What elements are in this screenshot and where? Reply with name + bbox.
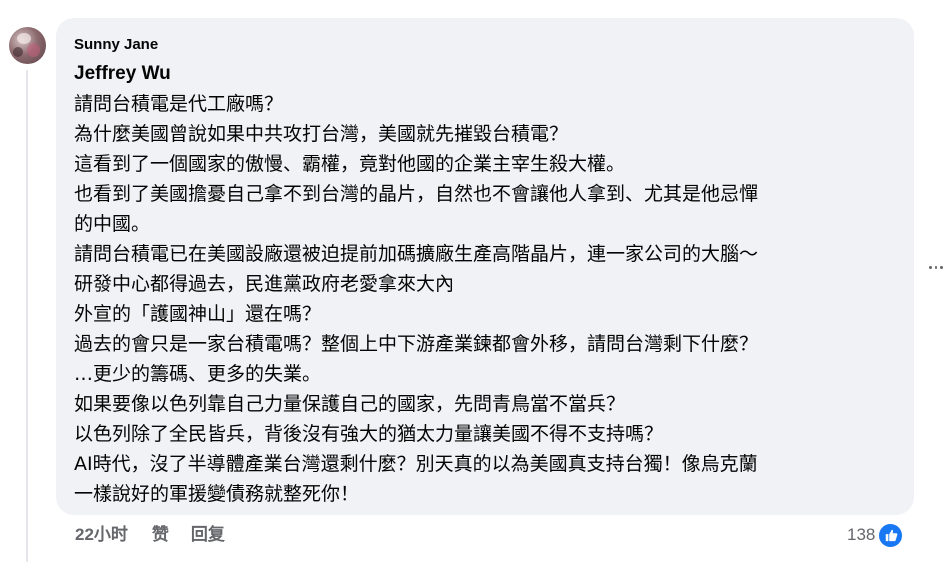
comment-line: 一樣說好的軍援變債務就整死你！ (74, 483, 360, 505)
reaction-summary[interactable]: 138 (847, 521, 905, 549)
comment-line: 外宣的「護國神山」還在嗎？ (74, 303, 322, 325)
reply-button[interactable]: 回复 (191, 524, 225, 546)
like-icon (877, 521, 905, 549)
mention-tag[interactable]: Jeffrey Wu (74, 62, 171, 86)
comment-line: 以色列除了全民皆兵，背後沒有強大的猶太力量讓美國不得不支持嗎？ (74, 423, 664, 445)
comment-line: AI時代，沒了半導體產業台灣還剩什麼？別天真的以為美國真支持台獨！像烏克蘭 (74, 453, 758, 475)
comment-line: 請問台積電已在美國設廠還被迫提前加碼擴廠生產高階晶片，連一家公司的大腦～ (74, 243, 759, 265)
more-options-icon[interactable] (929, 266, 943, 270)
like-button[interactable]: 赞 (152, 524, 169, 546)
comment-line: 如果要像以色列靠自己力量保護自己的國家，先問青鳥當不當兵？ (74, 393, 626, 415)
comment-text: 請問台積電是代工廠嗎？ 為什麼美國曾說如果中共攻打台灣，美國就先摧毀台積電？ 這… (74, 89, 904, 509)
comment-line: 請問台積電是代工廠嗎？ (74, 93, 284, 115)
comment-line: 研發中心都得過去，民進黨政府老愛拿來大內 (74, 273, 455, 295)
reaction-count: 138 (847, 525, 876, 544)
comment-line: …更少的籌碼、更多的失業。 (74, 363, 322, 385)
author-name[interactable]: Sunny Jane (74, 35, 158, 55)
comment-line: 的中國。 (74, 213, 151, 235)
comment-actions: 22小时 赞 回复 (75, 524, 247, 546)
comment-bubble: Sunny Jane Jeffrey Wu 請問台積電是代工廠嗎？ 為什麼美國曾… (56, 18, 914, 515)
comment-line: 過去的會只是一家台積電嗎？整個上中下游產業鍊都會外移，請問台灣剩下什麼？ (74, 333, 759, 355)
comment-line: 為什麼美國曾說如果中共攻打台灣，美國就先摧毀台積電？ (74, 123, 569, 145)
avatar[interactable] (9, 27, 46, 64)
comment-line: 也看到了美國擔憂自己拿不到台灣的晶片，自然也不會讓他人拿到、尤其是他忌憚 (74, 183, 759, 205)
timestamp-link[interactable]: 22小时 (75, 524, 128, 546)
comment-line: 這看到了一個國家的傲慢、霸權，竟對他國的企業主宰生殺大權。 (74, 153, 626, 175)
thread-line (26, 70, 28, 562)
